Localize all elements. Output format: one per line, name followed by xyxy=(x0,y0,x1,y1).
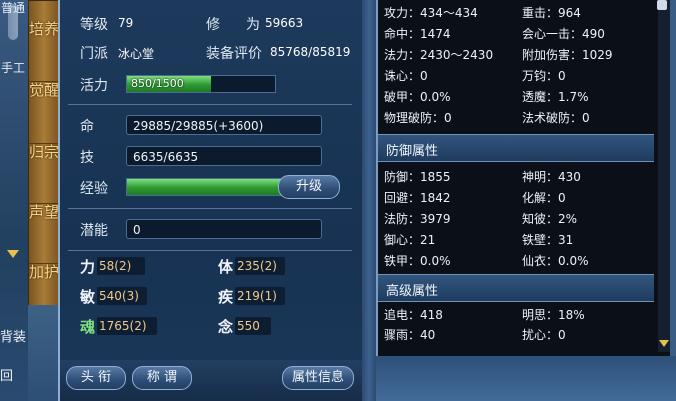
scroll-down-icon[interactable] xyxy=(7,250,19,258)
stat-yuxin: 御心：21 xyxy=(384,233,436,247)
stat-phys-pen: 物理破防：0 xyxy=(384,111,452,125)
character-panel: 等级 79 修 为 59663 门派 冰心堂 装备评价 85768/85819 … xyxy=(58,0,364,401)
level-label: 等级 xyxy=(80,17,108,33)
stat-mingsi: 明思：18% xyxy=(522,308,585,322)
attr-constitution-value: 235(2) xyxy=(237,259,277,273)
left-sidebar: 普通 手工 背装 回 xyxy=(0,0,29,401)
attr-agility-value: 540(3) xyxy=(99,289,139,303)
defense-section-title: 防御属性 xyxy=(386,144,439,159)
attr-strength-value: 58(2) xyxy=(99,259,132,273)
panel-gap xyxy=(362,0,376,401)
defense-section-header: 防御属性 xyxy=(378,134,654,162)
vitality-label: 活力 xyxy=(80,78,108,94)
skill-field: 6635/6635 xyxy=(126,146,322,166)
tab-normal[interactable]: 普通 xyxy=(1,2,25,15)
bottom-button-bar: 头 衔 称 谓 属性信息 xyxy=(60,360,362,401)
stat-magic-def: 法防：3979 xyxy=(384,212,451,226)
stat-zhuxin: 诛心：0 xyxy=(384,69,428,83)
title-button[interactable]: 头 衔 xyxy=(66,366,126,390)
vitality-text: 850/1500 xyxy=(131,77,184,90)
attr-soul-value: 1765(2) xyxy=(99,319,147,333)
stat-resolve: 化解：0 xyxy=(522,191,566,205)
cultivation-value: 59663 xyxy=(265,16,304,30)
attribute-info-panel: 攻力：434～434 重击：964 命中：1474 会心一击：490 法力：24… xyxy=(376,0,674,358)
potential-label: 潜能 xyxy=(80,223,108,239)
attr-strength-label: 力 xyxy=(80,258,96,276)
left-bottom-label-2[interactable]: 回 xyxy=(0,365,13,384)
stat-tiejia: 铁甲：0.0% xyxy=(384,254,451,268)
stat-shenming: 神明：430 xyxy=(522,170,581,184)
tab-protection[interactable]: 加护 xyxy=(29,263,59,281)
cultivation-label-wei: 为 xyxy=(246,17,260,33)
attr-speed-value: 219(1) xyxy=(237,289,277,303)
equip-rating-value: 85768/85819 xyxy=(270,45,351,59)
skill-label: 技 xyxy=(80,150,94,166)
tab-awaken[interactable]: 觉醒 xyxy=(29,81,59,99)
divider xyxy=(68,250,352,251)
stat-magic-pen: 法术破防：0 xyxy=(522,111,590,125)
tab-craft[interactable]: 手工 xyxy=(1,62,25,75)
stat-raoxin: 扰心：0 xyxy=(522,328,566,342)
stat-attack: 攻力：434～434 xyxy=(384,6,478,20)
attr-mind-value: 550 xyxy=(237,319,260,333)
exp-label: 经验 xyxy=(80,181,108,197)
advanced-section-title: 高级属性 xyxy=(386,284,439,299)
stats-scrollbar[interactable] xyxy=(657,0,670,352)
advanced-section-header: 高级属性 xyxy=(378,274,654,302)
sect-value: 冰心堂 xyxy=(118,47,155,61)
attr-agility-label: 敏 xyxy=(80,288,96,306)
attr-constitution-label: 体 xyxy=(218,258,234,276)
divider xyxy=(68,208,352,209)
stat-magic: 法力：2430～2430 xyxy=(384,48,494,62)
potential-field: 0 xyxy=(126,219,322,239)
stat-pojia: 破甲：0.0% xyxy=(384,90,451,104)
stat-defense: 防御：1855 xyxy=(384,170,451,184)
level-value: 79 xyxy=(118,16,134,30)
stat-xianyi: 仙衣：0.0% xyxy=(522,254,589,268)
scroll-thumb[interactable] xyxy=(657,0,667,10)
stat-tiebi: 铁壁：31 xyxy=(522,233,574,247)
stat-heart-strike: 会心一击：490 xyxy=(522,27,605,41)
tab-reputation[interactable]: 声望 xyxy=(29,203,59,221)
attr-speed-label: 疾 xyxy=(218,288,234,306)
window-frame-bottom xyxy=(376,356,676,401)
stat-extra-damage: 附加伤害：1029 xyxy=(522,48,613,62)
appellation-button[interactable]: 称 谓 xyxy=(132,366,192,390)
side-tabs-base xyxy=(28,305,58,401)
stat-zhuidian: 追电：418 xyxy=(384,308,443,322)
stat-crit: 重击：964 xyxy=(522,6,581,20)
stat-zhouyu: 骤雨：40 xyxy=(384,328,436,342)
equip-rating-label: 装备评价 xyxy=(206,46,262,62)
attr-mind-label: 念 xyxy=(218,318,234,336)
stat-toumo: 透魔：1.7% xyxy=(522,90,589,104)
tab-return-sect[interactable]: 归宗 xyxy=(29,143,59,161)
left-bottom-label[interactable]: 背装 xyxy=(0,326,26,345)
attr-soul-label: 魂 xyxy=(80,318,96,336)
hp-field: 29885/29885(+3600) xyxy=(126,115,322,135)
hp-label: 命 xyxy=(80,119,94,135)
side-tabs: 培养 觉醒 归宗 声望 加护 xyxy=(28,0,60,307)
stat-hit: 命中：1474 xyxy=(384,27,451,41)
tab-cultivate[interactable]: 培养 xyxy=(29,21,59,38)
attribute-info-button[interactable]: 属性信息 xyxy=(282,366,354,390)
stat-dodge: 回避：1842 xyxy=(384,191,451,205)
stat-wanjun: 万钧：0 xyxy=(522,69,566,83)
stat-zhibi: 知彼：2% xyxy=(522,212,578,226)
upgrade-button[interactable]: 升级 xyxy=(278,175,340,199)
scroll-down-icon[interactable] xyxy=(659,340,669,347)
cultivation-label-xiu: 修 xyxy=(206,17,220,33)
divider xyxy=(68,104,352,105)
window-edge xyxy=(670,0,676,356)
sect-label: 门派 xyxy=(80,46,108,62)
vitality-bar: 850/1500 xyxy=(126,75,276,93)
